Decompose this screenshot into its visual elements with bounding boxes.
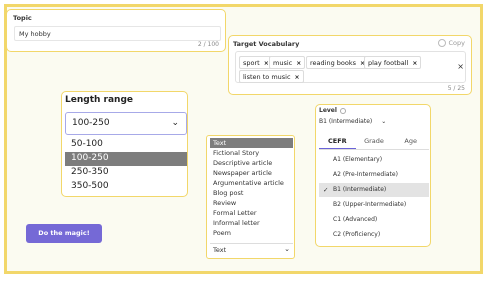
vocab-chip[interactable]: sport × [239,56,273,69]
level-option[interactable]: B2 (Upper-Intermediate) [319,198,429,212]
text-type-option[interactable]: Formal Letter [210,208,293,218]
chevron-down-icon: ⌄ [284,245,290,253]
tab-cefr[interactable]: CEFR [319,133,356,149]
chevron-down-icon: ⌄ [381,118,387,125]
text-type-option[interactable]: Fictional Story [210,148,293,158]
vocab-counter: 5 / 25 [447,85,465,92]
level-tabs: CEFR Grade Age [319,133,429,150]
text-type-option[interactable]: Newspaper article [210,168,293,178]
text-type-option[interactable]: Descriptive article [210,158,293,168]
topic-counter: 2 / 100 [197,41,219,48]
tab-grade[interactable]: Grade [356,133,393,149]
vocab-chip[interactable]: reading books × [306,56,370,69]
vocab-input[interactable]: sport × music × reading books × play footba… [235,51,466,83]
chevron-down-icon: ⌄ [171,118,179,128]
level-option[interactable]: A1 (Elementary) [319,153,429,167]
chip-remove-icon[interactable]: × [264,60,269,67]
length-card: Length range 100-250 ⌄ 50-100 100-250 25… [61,91,188,197]
level-option[interactable]: C1 (Advanced) [319,213,429,227]
vocab-chip[interactable]: play football × [364,56,422,69]
chip-remove-icon[interactable]: × [295,74,300,81]
tab-age[interactable]: Age [392,133,429,149]
topic-label: Topic [13,14,32,22]
text-type-dropdown: Text Fictional Story Descriptive article… [206,135,295,259]
check-icon: ✓ [323,186,329,194]
length-option[interactable]: 250-350 [65,166,187,180]
length-option[interactable]: 50-100 [65,138,187,152]
vocab-chip[interactable]: listen to music × [239,70,304,83]
level-selected: B1 (Intermediate) [319,118,373,125]
clear-icon[interactable]: × [457,62,464,71]
topic-card: Topic My hobby 2 / 100 [6,9,226,52]
level-select[interactable]: B1 (Intermediate) ⌄ [319,118,386,125]
text-type-option[interactable]: Blog post [210,188,293,198]
info-icon[interactable] [339,107,346,114]
vocab-chip[interactable]: music × [269,56,306,69]
level-option[interactable]: C2 (Proficiency) [319,228,429,242]
level-card: Level B1 (Intermediate) ⌄ CEFR Grade Age … [315,104,431,247]
text-type-option[interactable]: Informal letter [210,218,293,228]
chip-remove-icon[interactable]: × [296,60,301,67]
length-selected: 100-250 [72,118,110,128]
length-label: Length range [65,95,133,105]
copy-button[interactable]: Copy [437,39,466,47]
topic-input[interactable]: My hobby [14,26,221,41]
chip-remove-icon[interactable]: × [412,60,417,67]
do-magic-button[interactable]: Do the magic! [26,224,102,243]
level-label: Level [319,107,346,114]
copy-label: Copy [448,39,466,47]
length-select[interactable]: 100-250 ⌄ [65,112,187,135]
level-option[interactable]: A2 (Pre-Intermediate) [319,168,429,182]
text-type-option[interactable]: Poem [210,228,293,238]
length-option[interactable]: 350-500 [65,180,187,194]
text-type-select[interactable]: Text ⌄ [210,243,293,255]
copy-icon [437,39,446,47]
level-option[interactable]: ✓ B1 (Intermediate) [319,183,429,197]
text-type-option[interactable]: Text [210,138,293,148]
text-type-selected: Text [213,246,227,254]
text-type-option[interactable]: Argumentative article [210,178,293,188]
length-option[interactable]: 100-250 [65,152,187,166]
vocab-label: Target Vocabulary [233,40,300,48]
text-type-option[interactable]: Review [210,198,293,208]
vocab-card: Target Vocabulary Copy sport × music × rea… [228,35,472,95]
